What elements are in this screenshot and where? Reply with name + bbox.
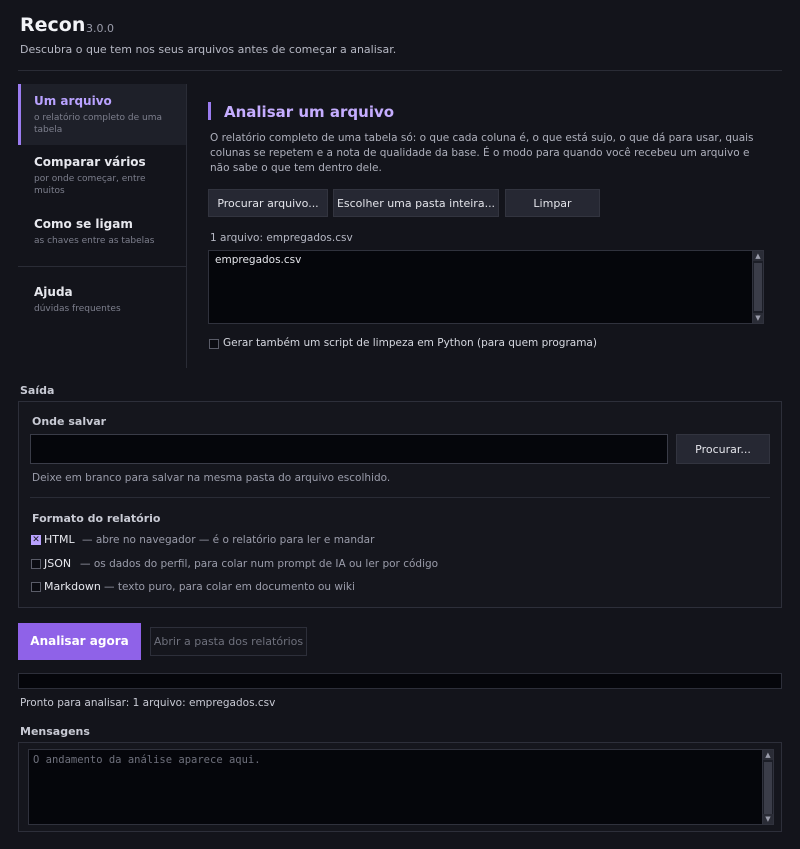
title-accent-bar xyxy=(208,102,211,120)
output-browse-button[interactable]: Procurar... xyxy=(676,434,770,464)
list-item[interactable]: empregados.csv xyxy=(215,254,301,266)
sidebar-item-ajuda[interactable]: Ajuda dúvidas frequentes xyxy=(18,285,186,321)
where-to-save-label: Onde salvar xyxy=(32,415,107,428)
app-title: Recon xyxy=(20,14,86,36)
scroll-thumb[interactable] xyxy=(764,762,772,814)
header-divider xyxy=(18,70,782,71)
format-markdown-name[interactable]: Markdown xyxy=(44,580,101,593)
messages-placeholder: O andamento da análise aparece aqui. xyxy=(33,754,261,766)
format-markdown-checkbox[interactable] xyxy=(31,582,41,592)
python-script-label[interactable]: Gerar também um script de limpeza em Pyt… xyxy=(223,337,597,349)
format-json-desc: — os dados do perfil, para colar num pro… xyxy=(80,558,439,570)
messages-scrollbar[interactable]: ▲ ▼ xyxy=(762,750,773,824)
sidebar-item-como-se-ligam[interactable]: Como se ligam as chaves entre as tabelas xyxy=(18,217,186,257)
open-reports-folder-button: Abrir a pasta dos relatórios xyxy=(150,627,307,656)
sidebar-item-title: Ajuda xyxy=(34,285,73,299)
app-version: 3.0.0 xyxy=(86,22,114,35)
file-list-scrollbar[interactable]: ▲ ▼ xyxy=(752,251,763,323)
format-html-desc: — abre no navegador — é o relatório para… xyxy=(82,534,375,546)
output-divider xyxy=(30,497,770,498)
file-count-label: 1 arquivo: empregados.csv xyxy=(210,232,353,244)
scroll-up-icon[interactable]: ▲ xyxy=(753,251,763,261)
scroll-down-icon[interactable]: ▼ xyxy=(763,814,773,824)
sidebar-item-desc: o relatório completo de uma tabela xyxy=(34,113,162,135)
analyze-now-button[interactable]: Analisar agora xyxy=(18,623,141,660)
sidebar-item-um-arquivo[interactable]: Um arquivo o relatório completo de uma t… xyxy=(18,84,186,145)
sidebar-item-desc: as chaves entre as tabelas xyxy=(34,236,155,246)
sidebar-item-title: Comparar vários xyxy=(34,155,146,169)
progress-bar xyxy=(18,673,782,689)
scroll-up-icon[interactable]: ▲ xyxy=(763,750,773,760)
scroll-down-icon[interactable]: ▼ xyxy=(753,313,763,323)
format-markdown-desc: — texto puro, para colar em documento ou… xyxy=(104,581,355,593)
browse-file-button[interactable]: Procurar arquivo... xyxy=(208,189,328,217)
sidebar: Um arquivo o relatório completo de uma t… xyxy=(18,84,187,368)
scroll-thumb[interactable] xyxy=(754,263,762,311)
app-subtitle: Descubra o que tem nos seus arquivos ant… xyxy=(20,43,397,56)
choose-folder-button[interactable]: Escolher uma pasta inteira... xyxy=(333,189,499,217)
page-title: Analisar um arquivo xyxy=(224,103,395,121)
clear-button[interactable]: Limpar xyxy=(505,189,600,217)
output-panel xyxy=(18,401,782,608)
output-path-input[interactable] xyxy=(30,434,668,464)
report-format-label: Formato do relatório xyxy=(32,512,161,525)
sidebar-item-desc: por onde começar, entre muitos xyxy=(34,174,146,196)
sidebar-item-desc: dúvidas frequentes xyxy=(34,304,121,314)
python-script-checkbox[interactable] xyxy=(209,339,219,349)
sidebar-divider xyxy=(18,266,186,267)
format-json-name[interactable]: JSON xyxy=(44,557,71,570)
status-text: Pronto para analisar: 1 arquivo: emprega… xyxy=(20,697,276,709)
sidebar-item-title: Como se ligam xyxy=(34,217,133,231)
messages-label: Mensagens xyxy=(20,725,90,738)
output-section-label: Saída xyxy=(20,384,55,397)
format-html-name[interactable]: HTML xyxy=(44,533,75,546)
output-hint: Deixe em branco para salvar na mesma pas… xyxy=(32,472,391,484)
format-html-checkbox[interactable]: ✕ xyxy=(31,535,41,545)
sidebar-item-title: Um arquivo xyxy=(34,94,112,108)
sidebar-item-comparar-varios[interactable]: Comparar vários por onde começar, entre … xyxy=(18,155,186,207)
format-json-checkbox[interactable] xyxy=(31,559,41,569)
messages-log[interactable]: O andamento da análise aparece aqui. ▲ ▼ xyxy=(28,749,774,825)
page-description: O relatório completo de uma tabela só: o… xyxy=(210,132,754,174)
file-list[interactable]: empregados.csv ▲ ▼ xyxy=(208,250,764,324)
